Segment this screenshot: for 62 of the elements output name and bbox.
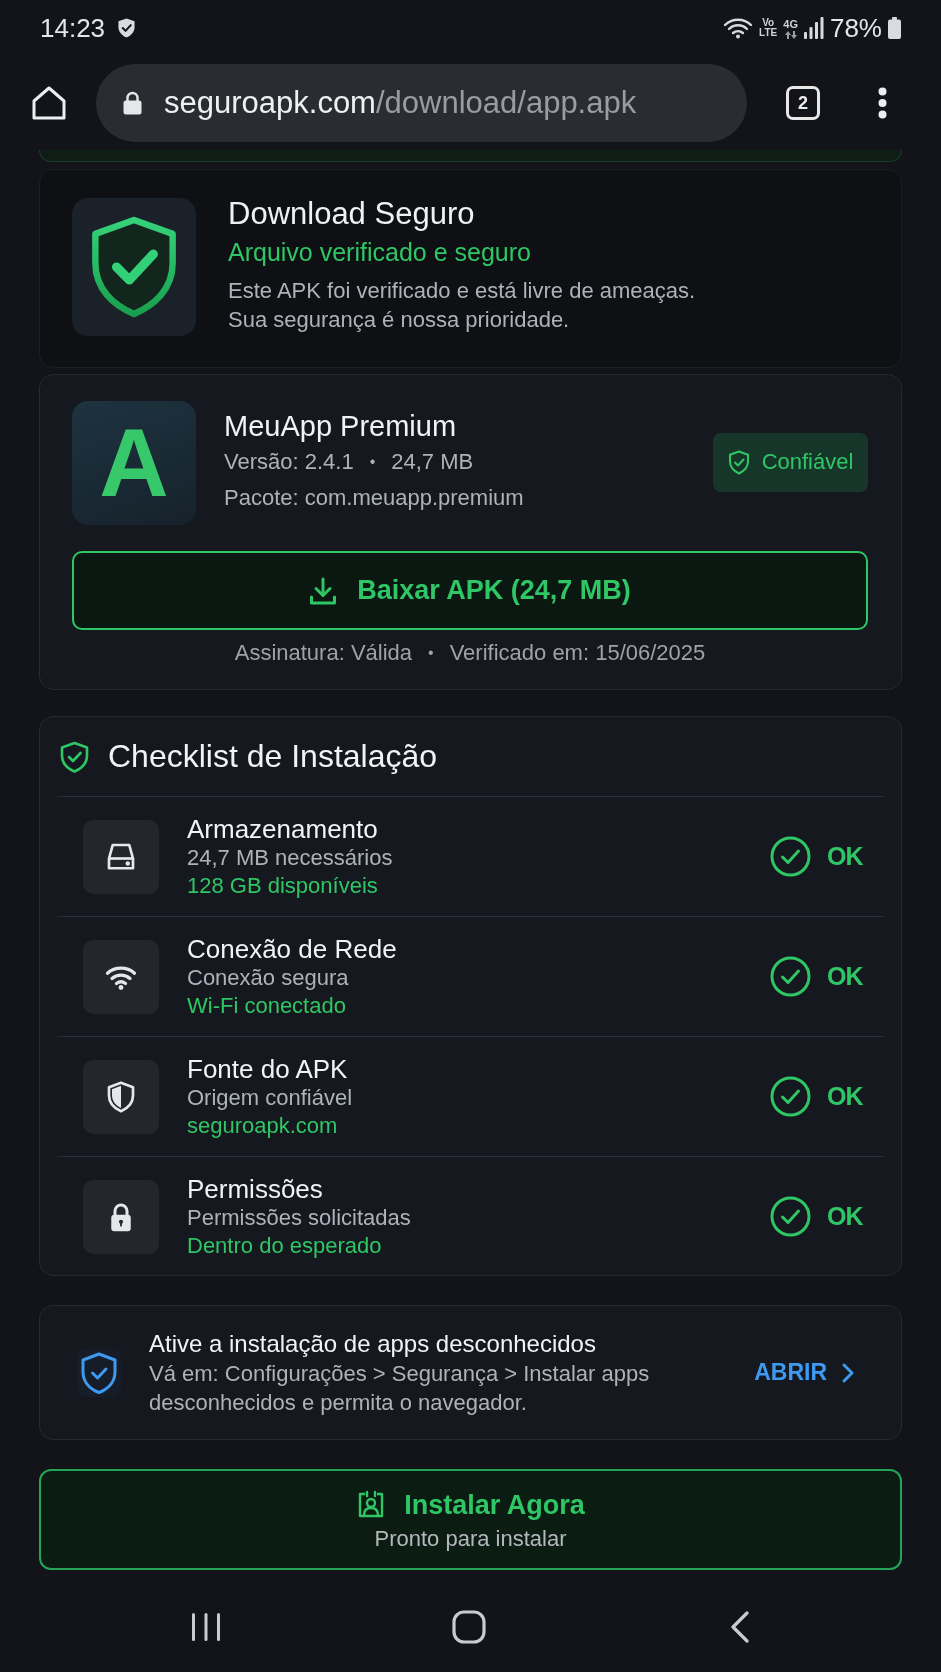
check-item-detail: Permissões solicitadas — [187, 1203, 411, 1232]
hard-drive-icon — [83, 819, 159, 894]
check-result: OK — [827, 1082, 864, 1111]
check-result: OK — [827, 842, 864, 871]
padlock-icon — [83, 1179, 159, 1254]
shield-check-icon — [117, 17, 137, 39]
lock-icon — [123, 91, 142, 115]
app-logo: A — [72, 401, 196, 525]
security-subtitle: Arquivo verificado e seguro — [228, 237, 532, 268]
check-item-status: 128 GB disponíveis — [187, 871, 379, 900]
download-icon — [309, 576, 338, 605]
shield-check-icon — [727, 449, 750, 475]
home-icon[interactable] — [452, 1610, 486, 1644]
battery-icon — [888, 17, 901, 39]
check-item-title: Permissões — [187, 1173, 324, 1204]
check-item-title: Armazenamento — [187, 813, 379, 844]
check-result: OK — [827, 962, 864, 991]
check-item-detail: 24,7 MB necessários — [187, 843, 393, 872]
open-link[interactable]: ABRIR — [754, 1359, 855, 1386]
shield-check-icon — [59, 740, 90, 773]
download-button[interactable]: Baixar APK (24,7 MB) — [72, 551, 868, 630]
address-field[interactable]: seguroapk.com/download/app.apk — [96, 64, 747, 142]
signal-icon — [803, 17, 824, 39]
chevron-right-icon — [841, 1361, 855, 1384]
app-package: Pacote: com.meuapp.premium — [224, 484, 524, 512]
check-item-status: Wi-Fi conectado — [187, 991, 347, 1020]
security-title: Download Seguro — [228, 196, 476, 232]
battery-percent: 78% — [829, 12, 882, 44]
check-item-title: Fonte do APK — [187, 1053, 349, 1084]
back-icon[interactable] — [730, 1611, 750, 1643]
separator: • — [369, 452, 376, 472]
recent-apps-icon[interactable] — [190, 1612, 222, 1642]
check-result: OK — [827, 1202, 864, 1231]
security-description: Sua segurança é nossa prioridade. — [228, 306, 571, 334]
app-size: 24,7 MB — [391, 448, 474, 476]
data-arrows-icon — [784, 30, 797, 39]
menu-icon[interactable] — [878, 87, 887, 119]
shield-icon — [83, 1059, 159, 1134]
check-item-detail: Origem confiável — [187, 1083, 353, 1112]
security-description: Este APK foi verificado e está livre de ameaças. — [228, 277, 696, 305]
check-item-title: Conexão de Rede — [187, 933, 397, 964]
check-item-detail: Conexão segura — [187, 963, 350, 992]
app-name: MeuApp Premium — [224, 409, 458, 443]
tab-count-button[interactable]: 2 — [786, 86, 820, 120]
shield-check-icon — [72, 198, 196, 336]
check-item-status: seguroapk.com — [187, 1111, 339, 1140]
shield-check-icon — [77, 1348, 121, 1397]
volte-label: Vo LTE — [759, 18, 778, 38]
badge-label: Confiável — [761, 449, 854, 475]
status-time: 14:23 — [40, 12, 106, 44]
notice-description: Vá em: Configurações > Segurança > Instalar apps desconhecidos e permita o navegador. — [149, 1359, 651, 1417]
wifi-icon — [723, 17, 754, 39]
install-button[interactable]: Instalar Agora Pronto para instalar — [39, 1469, 902, 1570]
separator: • — [428, 643, 434, 663]
network-type-label: 4G — [783, 17, 798, 30]
check-item-status: Dentro do esperado — [187, 1231, 383, 1260]
app-version: Versão: 2.4.1 — [224, 448, 354, 476]
notice-title: Ative a instalação de apps desconhecidos — [149, 1328, 597, 1359]
checklist-title: Checklist de Instalação — [108, 738, 438, 775]
wifi-icon — [83, 939, 159, 1014]
signature-status: Assinatura: Válida — [234, 641, 413, 665]
verified-date: Verificado em: 15/06/2025 — [449, 641, 706, 665]
